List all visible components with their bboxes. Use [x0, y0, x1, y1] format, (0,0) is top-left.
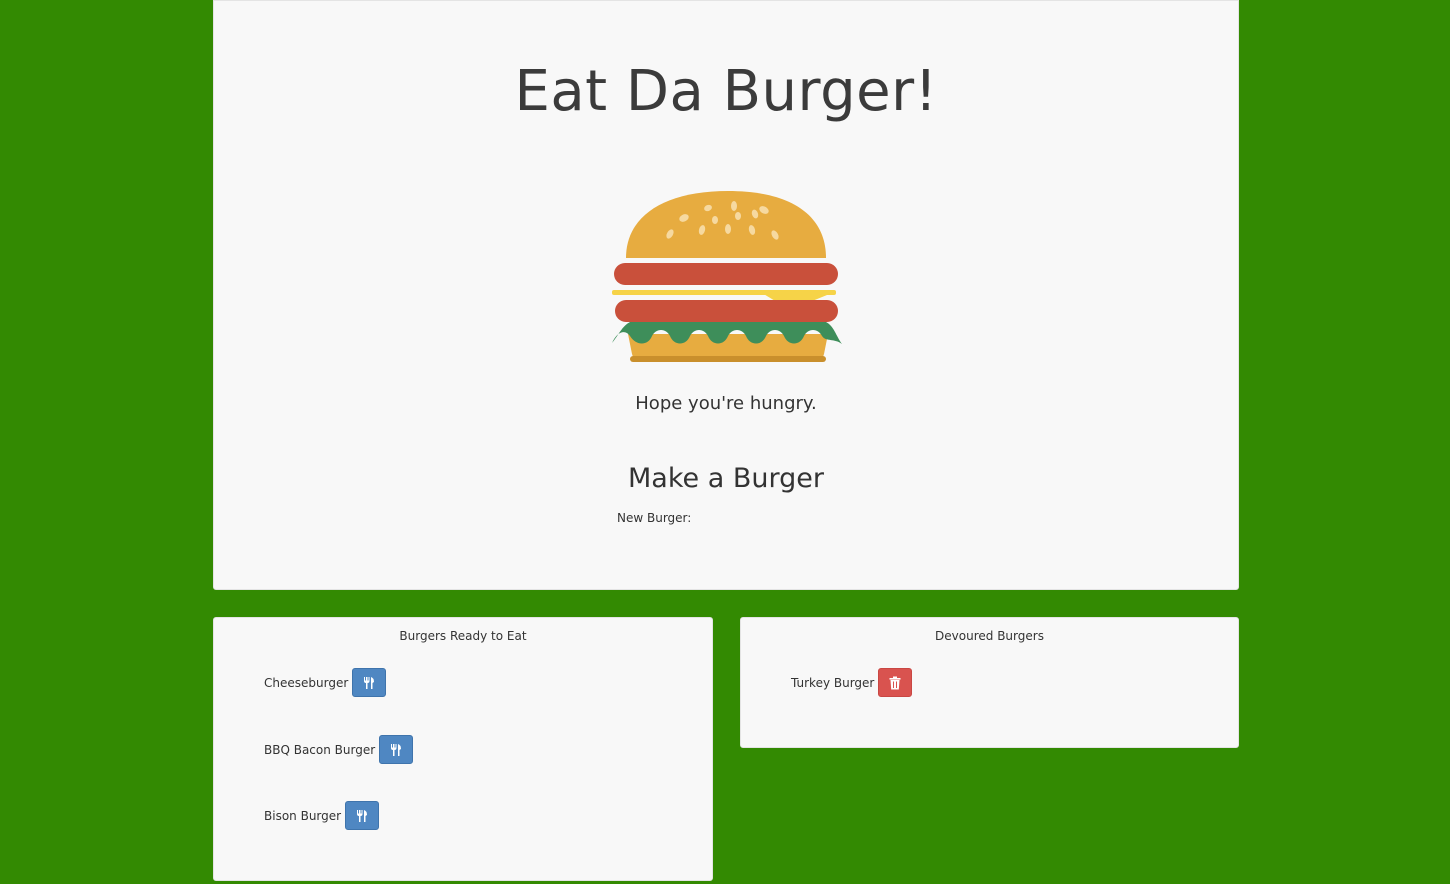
tagline: Hope you're hungry. — [635, 393, 817, 414]
hero-panel: Eat Da Burger! Hope you're hungry. Make … — [213, 0, 1239, 590]
list-item: Bison Burger — [264, 801, 380, 830]
devour-button[interactable] — [345, 801, 380, 830]
burger-name: Cheeseburger — [264, 675, 349, 690]
trash-icon — [889, 676, 901, 689]
burger-name: BBQ Bacon Burger — [264, 742, 376, 757]
list-item: Cheeseburger — [264, 668, 387, 697]
devoured-panel: Devoured Burgers Turkey Burger — [740, 617, 1239, 748]
devour-button[interactable] — [379, 735, 414, 764]
make-burger-heading: Make a Burger — [628, 463, 824, 494]
devour-button[interactable] — [352, 668, 387, 697]
burger-name: Turkey Burger — [791, 675, 875, 690]
utensils-icon — [364, 676, 375, 689]
utensils-icon — [357, 809, 368, 822]
burger-name: Bison Burger — [264, 808, 342, 823]
devoured-panel-title: Devoured Burgers — [935, 629, 1044, 643]
list-item: Turkey Burger — [791, 668, 913, 697]
delete-button[interactable] — [878, 668, 913, 697]
list-item: BBQ Bacon Burger — [264, 735, 414, 764]
utensils-icon — [391, 743, 402, 756]
new-burger-label: New Burger: — [617, 511, 692, 525]
page-title: Eat Da Burger! — [514, 59, 938, 124]
new-burger-input[interactable] — [686, 507, 840, 531]
burger-illustration — [612, 191, 842, 362]
ready-panel-title: Burgers Ready to Eat — [399, 629, 527, 643]
ready-to-eat-panel: Burgers Ready to Eat Cheeseburger BBQ Ba… — [213, 617, 713, 881]
